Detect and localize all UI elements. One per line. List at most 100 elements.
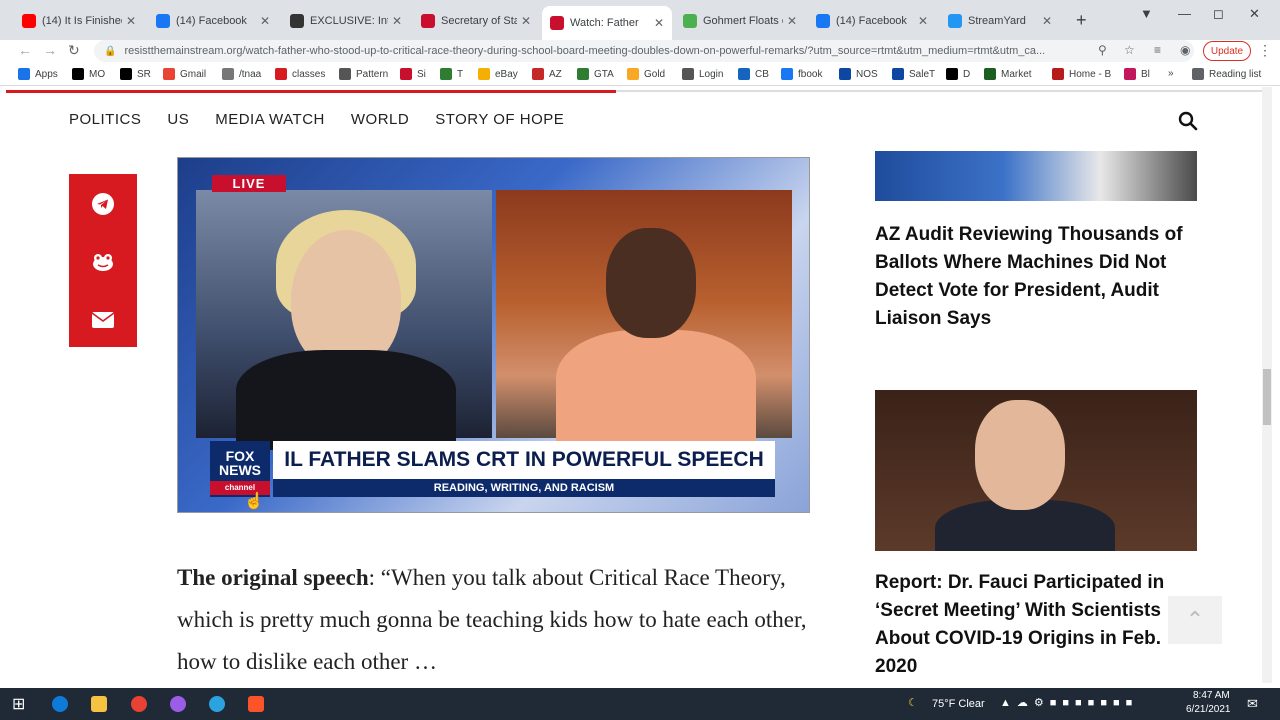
bookmark-star-icon[interactable]: ☆ [1124,43,1135,57]
close-tab-icon[interactable]: ✕ [1042,14,1052,28]
browser-tab[interactable]: (14) Facebook ✕ [148,8,278,34]
address-bar[interactable]: 🔒 resistthemainstream.org/watch-father-w… [94,40,1194,62]
notification-icon[interactable]: ✉ [1247,696,1258,712]
bookmark-item[interactable]: D [946,68,970,80]
nav-us[interactable]: US [167,111,189,128]
search-icon[interactable] [1178,111,1198,131]
playlist-icon[interactable]: ≡ [1154,43,1161,57]
back-icon[interactable]: ← [18,42,32,58]
bookmark-item[interactable]: Gmail [163,68,206,80]
bookmark-item[interactable]: T [440,68,463,80]
story1-title[interactable]: AZ Audit Reviewing Thousands of Ballots … [875,221,1197,333]
close-tab-icon[interactable]: ✕ [654,16,664,30]
fox-logo-line2: NEWS [219,462,261,478]
bookmark-item[interactable]: Bl [1124,68,1150,80]
bookmark-item[interactable]: Apps [18,68,58,80]
bookmark-label: Home - B [1069,68,1112,80]
nav-world[interactable]: WORLD [351,111,409,128]
app-icon[interactable] [170,696,186,712]
browser-tab[interactable]: EXCLUSIVE: Intervie ✕ [282,8,410,34]
menu-dots-icon[interactable]: ⋮ [1258,42,1272,59]
clock-date[interactable]: 6/21/2021 [1186,704,1231,715]
browser-tab[interactable]: Gohmert Floats or ✕ [675,8,805,34]
bookmark-label: T [457,68,464,80]
nav-politics[interactable]: POLITICS [69,111,141,128]
bookmark-item[interactable]: Home - B [1052,68,1111,80]
bookmark-item[interactable]: CB [738,68,769,80]
minimize-button[interactable]: — [1178,6,1191,21]
close-tab-icon[interactable]: ✕ [392,14,402,28]
story2-title[interactable]: Report: Dr. Fauci Participated in ‘Secre… [875,569,1197,681]
bookmark-item[interactable]: classes [275,68,325,80]
telegram-taskbar-icon[interactable] [209,696,225,712]
clock-time[interactable]: 8:47 AM [1193,690,1230,701]
bookmark-label: Bl [1141,68,1150,80]
forward-icon[interactable]: → [43,42,57,58]
story2-thumbnail[interactable] [875,390,1197,551]
chrome-icon[interactable] [131,696,147,712]
bookmark-item[interactable]: Gold [627,68,665,80]
bookmark-item[interactable]: GTA [577,68,614,80]
bl-icon [1124,68,1136,80]
gab-frog-icon[interactable] [91,250,115,274]
bookmark-item[interactable]: MO [72,68,105,80]
tab-search-icon[interactable]: ▼ [1140,6,1153,21]
ebay-icon [478,68,490,80]
back-to-top-button[interactable]: ⌃ [1168,596,1222,644]
si-icon [400,68,412,80]
reload-icon[interactable]: ↻ [68,42,80,59]
bookmark-item[interactable]: /tnaa [222,68,261,80]
start-button[interactable]: ⊞ [12,694,25,714]
browser-tab[interactable]: Secretary of State ✕ [413,8,539,34]
more-bookmarks-icon[interactable]: » [1168,68,1174,79]
close-tab-icon[interactable]: ✕ [787,14,797,28]
bookmark-label: Login [699,68,724,80]
bookmarks-bar: Apps MO SR Gmail/tnaa classes Pattern Si TeBay A… [0,64,1280,86]
browser-tab[interactable]: Watch: Father ✕ [542,6,672,40]
new-tab-button[interactable]: + [1076,10,1087,31]
bookmark-label: classes [292,68,326,80]
bookmark-item[interactable]: SaleT [892,68,935,80]
bookmark-item[interactable]: AZ [532,68,562,80]
bookmark-label: SaleT [909,68,936,80]
telegram-icon[interactable] [91,192,115,216]
story1-thumbnail[interactable] [875,151,1197,201]
nav-media-watch[interactable]: MEDIA WATCH [215,111,325,128]
weather-text[interactable]: 75°F Clear [932,698,985,710]
close-tab-icon[interactable]: ✕ [521,14,531,28]
close-window-button[interactable]: ✕ [1249,6,1260,22]
tray-icons[interactable]: ▲☁⚙■■■■■■■ [1000,696,1138,709]
reading-list-icon [1192,68,1204,80]
edge-icon[interactable] [52,696,68,712]
file-explorer-icon[interactable] [91,696,107,712]
browser-tab[interactable]: (14) Facebook ✕ [808,8,936,34]
update-button[interactable]: Update [1203,41,1251,61]
scrollbar-thumb[interactable] [1263,369,1271,425]
video-thumbnail[interactable]: LIVE FOX NEWS channel IL FATHER SLAMS CR… [177,157,810,513]
bookmark-item[interactable]: Login [682,68,723,80]
bookmark-item[interactable]: Market [984,68,1032,80]
close-tab-icon[interactable]: ✕ [260,14,270,28]
facebook-icon [156,14,170,28]
bookmark-item[interactable]: fbook [781,68,822,80]
r-icon [550,16,564,30]
nos-icon [839,68,851,80]
bookmark-item[interactable]: eBay [478,68,518,80]
bookmark-item[interactable]: SR [120,68,151,80]
bookmark-item[interactable]: NOS [839,68,878,80]
zoom-icon[interactable]: ⚲ [1098,43,1107,57]
reading-list-button[interactable]: Reading list [1192,68,1261,80]
browser-tab[interactable]: StreamYard ✕ [940,8,1060,34]
brave-icon[interactable] [248,696,264,712]
nav-story-of-hope[interactable]: STORY OF HOPE [435,111,564,128]
url-text[interactable]: resistthemainstream.org/watch-father-who… [124,45,1094,57]
browser-tab[interactable]: (14) It Is Finished ✕ [14,8,144,34]
email-icon[interactable] [91,308,115,332]
maximize-button[interactable]: ◻ [1213,6,1224,22]
close-tab-icon[interactable]: ✕ [126,14,136,28]
bookmark-item[interactable]: Si [400,68,426,80]
tab-title: Gohmert Floats or [703,15,783,27]
bookmark-item[interactable]: Pattern [339,68,388,80]
profile-avatar[interactable]: ◉ [1180,43,1190,57]
close-tab-icon[interactable]: ✕ [918,14,928,28]
